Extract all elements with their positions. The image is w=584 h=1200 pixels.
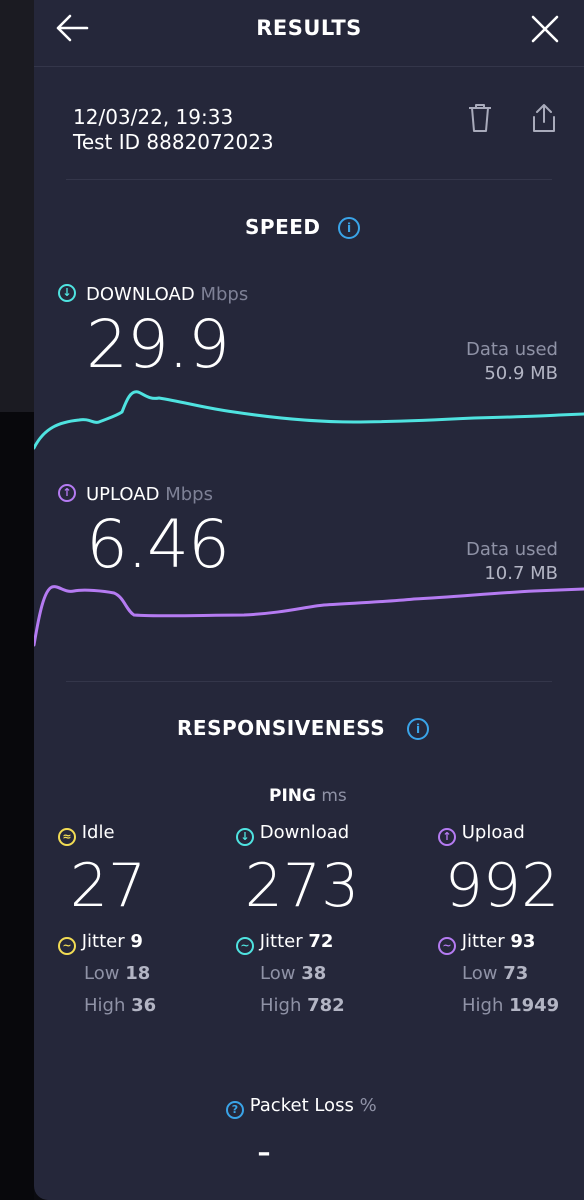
idle-jitter-icon: ~ [58, 937, 76, 955]
ping-download-jitter-value: 72 [308, 931, 334, 952]
ping-upload-icon: ↑ [438, 828, 456, 846]
packet-loss-label-text: Packet Loss [249, 1095, 354, 1116]
ping-idle-low: Low 18 [58, 958, 228, 990]
ping-idle-high-value: 36 [131, 995, 157, 1016]
ping-upload-high: High 1949 [438, 990, 578, 1022]
ping-idle-column: ≈ Idle 27 ~ Jitter 9 Low 18 High 36 [58, 822, 228, 1022]
upload-speed-graph [34, 585, 584, 647]
download-data-used-label: Data used [466, 339, 558, 360]
ping-download-value: 273 [244, 851, 360, 921]
download-speed-graph [34, 390, 584, 450]
ping-idle-jitter-label: Jitter [81, 931, 125, 952]
ping-download-high-label: High [260, 995, 302, 1016]
ping-label: PING ms [269, 786, 347, 806]
ping-download-column: ↓ Download 273 ~ Jitter 72 Low 38 High 7… [236, 822, 406, 1022]
results-panel: RESULTS 12/03/22, 19:33 Test ID 88820720… [34, 0, 584, 1200]
ping-download-label: Download [259, 822, 350, 843]
download-label: DOWNLOAD Mbps [86, 284, 248, 305]
upload-label: UPLOAD Mbps [86, 484, 213, 505]
ping-idle-jitter: ~ Jitter 9 [58, 926, 228, 958]
responsiveness-title: RESPONSIVENESS [177, 716, 386, 740]
ping-download-jitter-label: Jitter [259, 931, 303, 952]
ping-upload-low-value: 73 [503, 963, 529, 984]
packet-loss-unit: % [359, 1095, 377, 1116]
ping-download-low: Low 38 [236, 958, 406, 990]
ping-idle-label: Idle [81, 822, 115, 843]
header-divider [34, 66, 584, 67]
divider-info [66, 179, 552, 180]
download-arrow-icon: ↓ [58, 284, 76, 302]
ping-download-high: High 782 [236, 990, 406, 1022]
background-left-top [0, 0, 34, 412]
close-button[interactable] [530, 14, 560, 44]
ping-upload-low: Low 73 [438, 958, 578, 990]
upload-value: 6.46 [86, 506, 230, 583]
ping-idle-jitter-value: 9 [130, 931, 143, 952]
download-label-text: DOWNLOAD [86, 284, 195, 305]
help-icon[interactable]: ? [226, 1101, 244, 1119]
idle-icon: ≈ [58, 828, 76, 846]
speed-info-icon[interactable]: i [338, 217, 360, 239]
close-icon [531, 15, 559, 43]
ping-upload-column: ↑ Upload 992 ~ Jitter 93 Low 73 High 194… [438, 822, 578, 1022]
upload-label-text: UPLOAD [86, 484, 160, 505]
ping-upload-jitter: ~ Jitter 93 [438, 926, 578, 958]
ping-upload-header: ↑ Upload [438, 822, 578, 846]
packet-loss-value: – [257, 1138, 271, 1168]
download-data-used: Data used 50.9 MB [364, 338, 558, 386]
upload-arrow-icon: ↑ [58, 484, 76, 502]
divider-speed [66, 681, 552, 682]
ping-upload-low-label: Low [462, 963, 498, 984]
ping-idle-low-label: Low [84, 963, 120, 984]
share-button[interactable] [530, 102, 558, 134]
ping-download-jitter: ~ Jitter 72 [236, 926, 406, 958]
background-left-bottom [0, 412, 34, 1200]
ping-download-high-value: 782 [307, 995, 345, 1016]
ping-upload-high-label: High [462, 995, 504, 1016]
ping-unit: ms [321, 786, 347, 806]
responsiveness-info-icon[interactable]: i [407, 718, 429, 740]
download-jitter-icon: ~ [236, 937, 254, 955]
ping-idle-value: 27 [69, 851, 147, 921]
ping-download-low-label: Low [260, 963, 296, 984]
page-title: RESULTS [256, 16, 362, 40]
ping-idle-low-value: 18 [125, 963, 151, 984]
upload-data-used-label: Data used [466, 539, 558, 560]
packet-loss-label: ? Packet Loss % [226, 1095, 377, 1119]
upload-jitter-icon: ~ [438, 937, 456, 955]
ping-idle-header: ≈ Idle [58, 822, 228, 846]
ping-idle-high-label: High [84, 995, 126, 1016]
upload-unit: Mbps [165, 484, 213, 505]
trash-icon [469, 104, 491, 132]
ping-upload-label: Upload [461, 822, 525, 843]
download-unit: Mbps [200, 284, 249, 305]
ping-download-icon: ↓ [236, 828, 254, 846]
ping-upload-jitter-value: 93 [510, 931, 536, 952]
test-info: 12/03/22, 19:33 Test ID 8882072023 [73, 105, 274, 155]
ping-upload-value: 992 [444, 851, 560, 921]
ping-upload-high-value: 1949 [509, 995, 560, 1016]
ping-label-text: PING [269, 786, 316, 806]
test-id: Test ID 8882072023 [73, 130, 274, 154]
download-value: 29.9 [86, 306, 230, 383]
ping-idle-high: High 36 [58, 990, 228, 1022]
test-datetime: 12/03/22, 19:33 [73, 105, 234, 129]
share-icon [533, 104, 555, 132]
ping-download-header: ↓ Download [236, 822, 406, 846]
ping-download-low-value: 38 [301, 963, 327, 984]
delete-button[interactable] [466, 102, 494, 134]
ping-upload-jitter-label: Jitter [461, 931, 505, 952]
speed-title: SPEED [245, 215, 321, 239]
